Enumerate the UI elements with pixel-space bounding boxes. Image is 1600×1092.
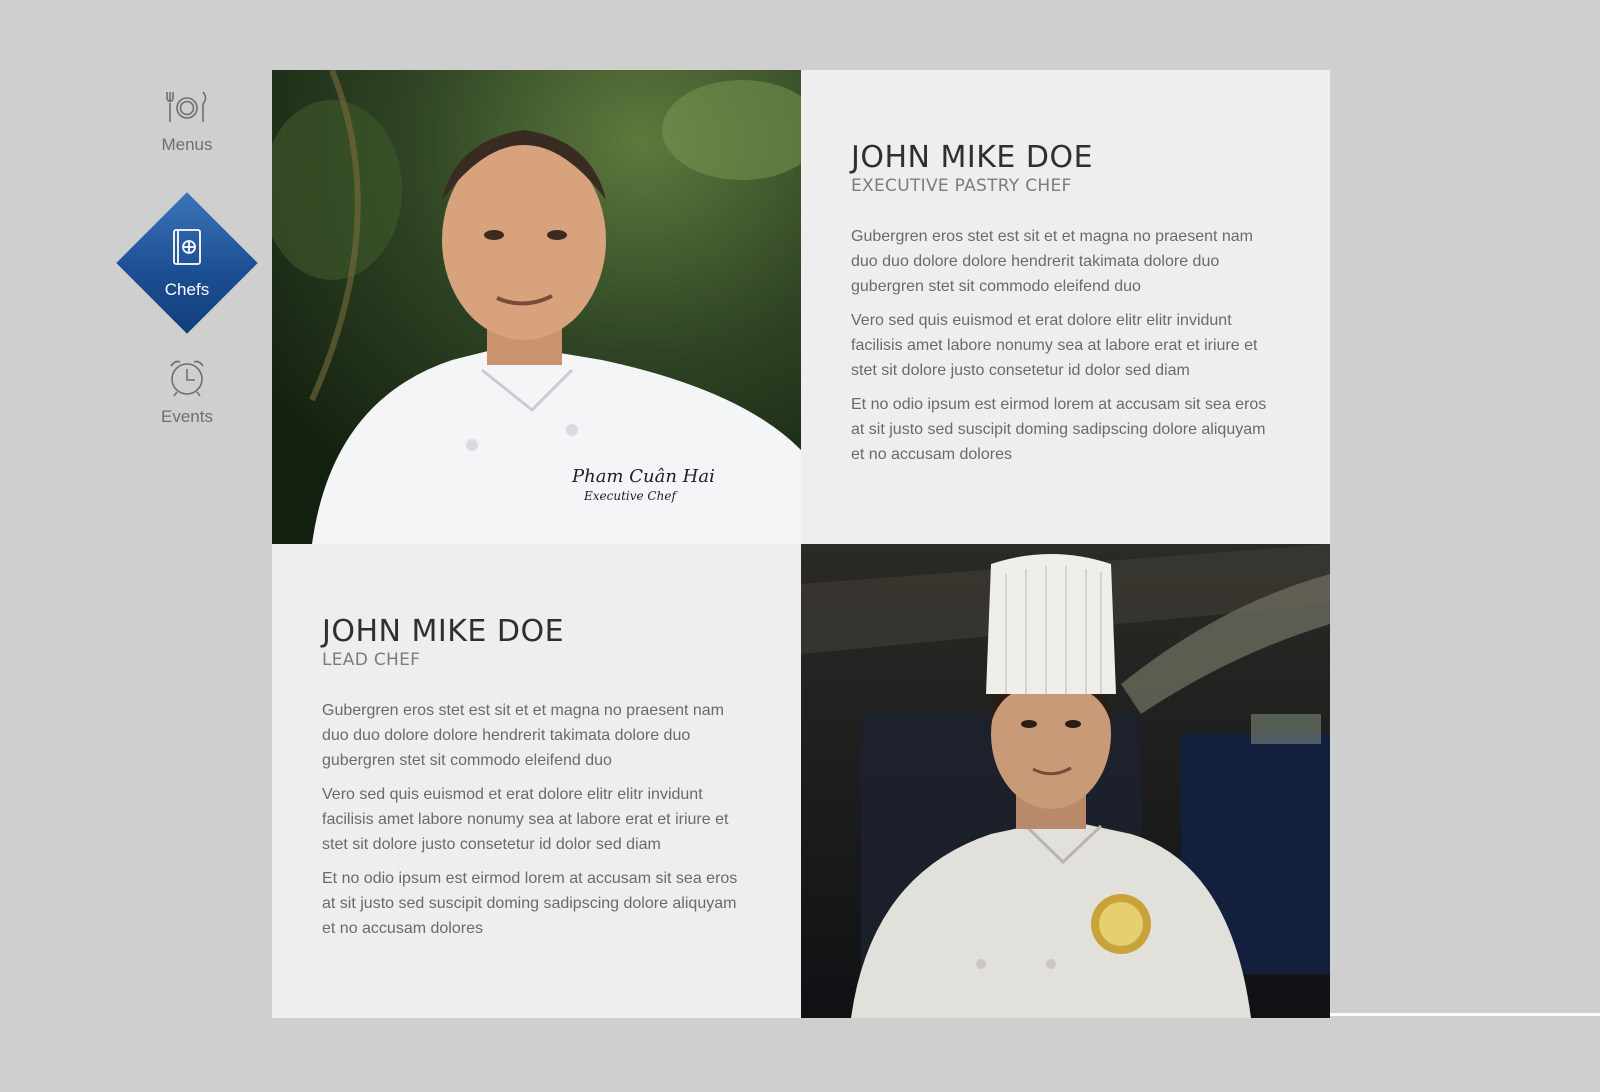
chef-photo-2 — [801, 544, 1330, 1018]
nav-item-events[interactable]: Events — [110, 358, 264, 427]
nav-label-chefs: Chefs — [164, 279, 210, 299]
divider-line — [1330, 1013, 1600, 1016]
nav-item-menus[interactable]: Menus — [110, 90, 264, 155]
nav-label-menus: Menus — [161, 135, 213, 154]
chef-bio-card-2: JOHN MIKE DOE LEAD CHEF Gubergren eros s… — [272, 544, 801, 1018]
chef-bio-paragraph: Gubergren eros stet est sit et et magna … — [322, 702, 724, 769]
chef-bio-paragraph: Et no odio ipsum est eirmod lorem at acc… — [851, 396, 1267, 463]
chef-name: JOHN MIKE DOE — [851, 140, 1094, 175]
chef-title: LEAD CHEF — [322, 650, 421, 670]
chef-title: EXECUTIVE PASTRY CHEF — [851, 176, 1072, 196]
chef-bio-paragraph: Et no odio ipsum est eirmod lorem at acc… — [322, 870, 738, 937]
chef-book-icon — [170, 227, 204, 272]
embroidery-title: Executive Chef — [583, 489, 678, 503]
nav-item-chefs[interactable]: Chefs — [110, 192, 264, 334]
chef-name: JOHN MIKE DOE — [322, 614, 565, 649]
chef-photo-1: Pham Cuân Hai Executive Chef — [272, 70, 801, 544]
embroidery-name: Pham Cuân Hai — [571, 466, 715, 487]
chef-bio-paragraph: Vero sed quis euismod et erat dolore eli… — [322, 786, 729, 853]
chef-bio-card-1: JOHN MIKE DOE EXECUTIVE PASTRY CHEF Gube… — [801, 70, 1330, 544]
plate-cutlery-icon — [165, 91, 209, 130]
alarm-clock-icon — [167, 360, 207, 402]
chef-bio-paragraph: Vero sed quis euismod et erat dolore eli… — [851, 312, 1258, 379]
chefs-grid: Pham Cuân Hai Executive Chef JOHN MIKE D… — [272, 70, 1330, 1018]
nav-label-events: Events — [161, 407, 213, 426]
chef-bio-paragraph: Gubergren eros stet est sit et et magna … — [851, 228, 1253, 295]
